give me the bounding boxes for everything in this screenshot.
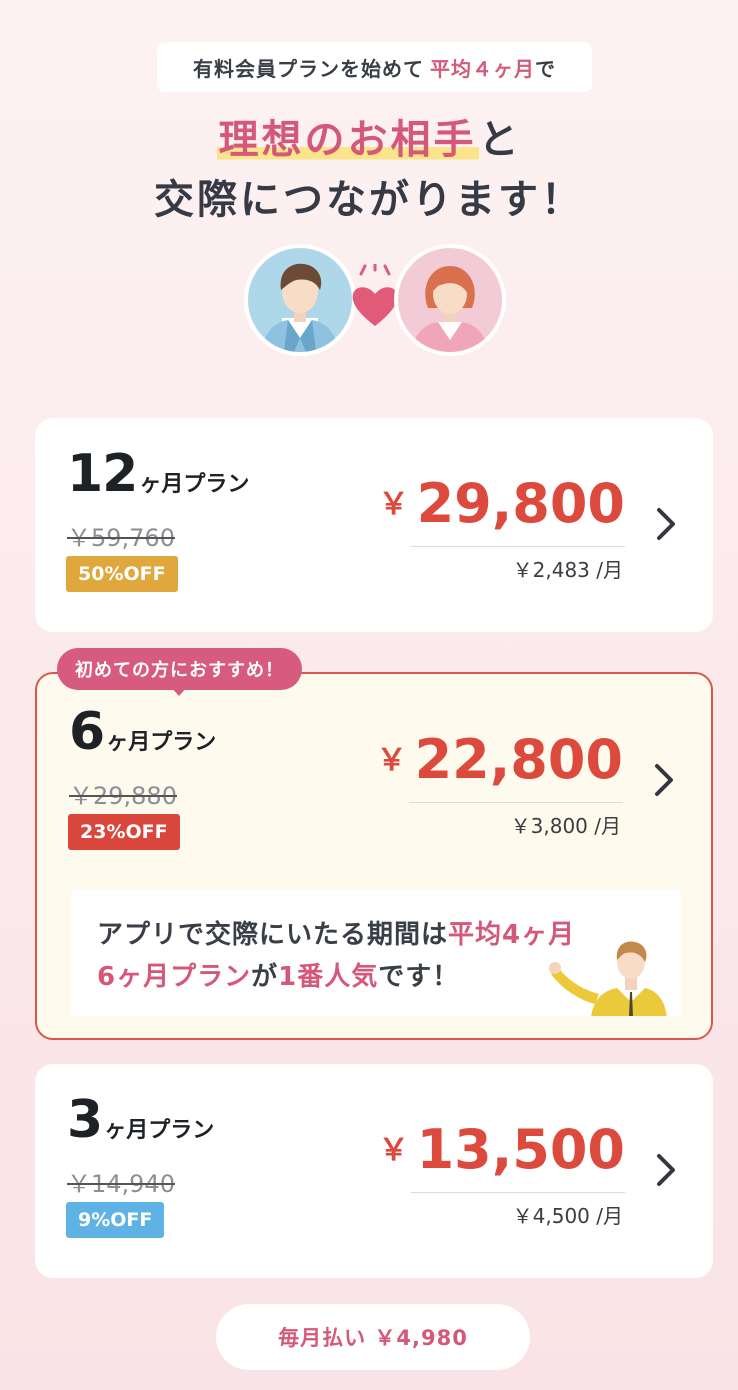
monthly-price: ￥4,500 /月 <box>512 1204 623 1228</box>
plan-price-value: 13,500 <box>416 1118 625 1181</box>
popular-info-box: アプリで交際にいたる期間は平均4ヶ月 6ヶ月プランが1番人気です！ <box>71 890 681 1016</box>
info-line2-suffix: です！ <box>378 962 460 992</box>
woman-avatar <box>394 244 506 356</box>
monthly-price: ￥3,800 /月 <box>510 814 621 838</box>
plan-price: ￥ 29,800 <box>379 472 625 535</box>
plan-card-6-months[interactable]: 6ヶ月プラン ￥29,880 23%OFF ￥ 22,800 ￥3,800 /月 … <box>35 672 713 1040</box>
original-price: ￥29,880 <box>69 782 177 810</box>
chevron-right-icon[interactable] <box>653 1150 679 1190</box>
couple-illustration <box>244 244 506 358</box>
hero-tagline: 有料会員プランを始めて 平均４ヶ月 で <box>157 42 592 92</box>
plan-title: 6ヶ月プラン <box>69 702 216 762</box>
plan-unit: ヶ月プラン <box>139 472 250 497</box>
presenter-illustration <box>549 941 667 1016</box>
discount-badge: 50%OFF <box>66 556 178 592</box>
yen-symbol: ￥ <box>378 1133 409 1168</box>
plan-title: 3ヶ月プラン <box>67 1090 214 1150</box>
price-divider <box>409 802 623 803</box>
hero-tagline-accent: 平均４ヶ月 <box>430 56 535 81</box>
recommend-bubble-tail <box>170 686 188 696</box>
discount-badge: 9%OFF <box>66 1202 165 1238</box>
chevron-right-icon[interactable] <box>651 760 677 800</box>
plan-price: ￥ 22,800 <box>377 728 623 791</box>
plan-unit: ヶ月プラン <box>104 1118 215 1143</box>
plan-unit: ヶ月プラン <box>106 730 217 755</box>
monthly-price: ￥2,483 /月 <box>512 558 623 582</box>
recommend-bubble: 初めての方におすすめ！ <box>57 648 302 690</box>
info-line1-text: アプリで交際にいたる期間は <box>97 920 449 950</box>
hero-tagline-suffix: で <box>535 56 556 81</box>
hero-tagline-text: 有料会員プランを始めて <box>193 56 424 81</box>
plan-price: ￥ 13,500 <box>379 1118 625 1181</box>
plan-months: 12 <box>67 444 138 504</box>
page-headline: 理想のお相手と 交際につながります！ <box>0 110 738 230</box>
yen-symbol: ￥ <box>378 487 409 522</box>
headline-highlight: 理想のお相手 <box>216 117 479 163</box>
info-line2-plan: 6ヶ月プラン <box>97 962 252 992</box>
price-divider <box>411 1192 625 1193</box>
headline-line2: 交際につながります！ <box>154 177 584 223</box>
plan-title: 12ヶ月プラン <box>67 444 249 504</box>
plan-price-value: 29,800 <box>416 472 625 535</box>
popular-info-text: アプリで交際にいたる期間は平均4ヶ月 6ヶ月プランが1番人気です！ <box>97 914 575 998</box>
plan-price-value: 22,800 <box>414 728 623 791</box>
man-avatar <box>244 244 356 356</box>
info-line2-popular: 1番人気 <box>278 962 379 992</box>
chevron-right-icon[interactable] <box>653 504 679 544</box>
price-divider <box>411 546 625 547</box>
info-line2-particle: が <box>251 962 279 992</box>
original-price: ￥14,940 <box>67 1170 175 1198</box>
plan-months: 6 <box>69 702 105 762</box>
original-price: ￥59,760 <box>67 524 175 552</box>
monthly-payment-button[interactable]: 毎月払い ￥4,980 <box>216 1304 530 1370</box>
headline-rest: と <box>478 117 522 163</box>
yen-symbol: ￥ <box>376 743 407 778</box>
plan-card-3-months[interactable]: 3ヶ月プラン ￥14,940 9%OFF ￥ 13,500 ￥4,500 /月 <box>35 1064 713 1278</box>
discount-badge: 23%OFF <box>68 814 180 850</box>
plan-months: 3 <box>67 1090 103 1150</box>
plan-card-12-months[interactable]: 12ヶ月プラン ￥59,760 50%OFF ￥ 29,800 ￥2,483 /月 <box>35 418 713 632</box>
